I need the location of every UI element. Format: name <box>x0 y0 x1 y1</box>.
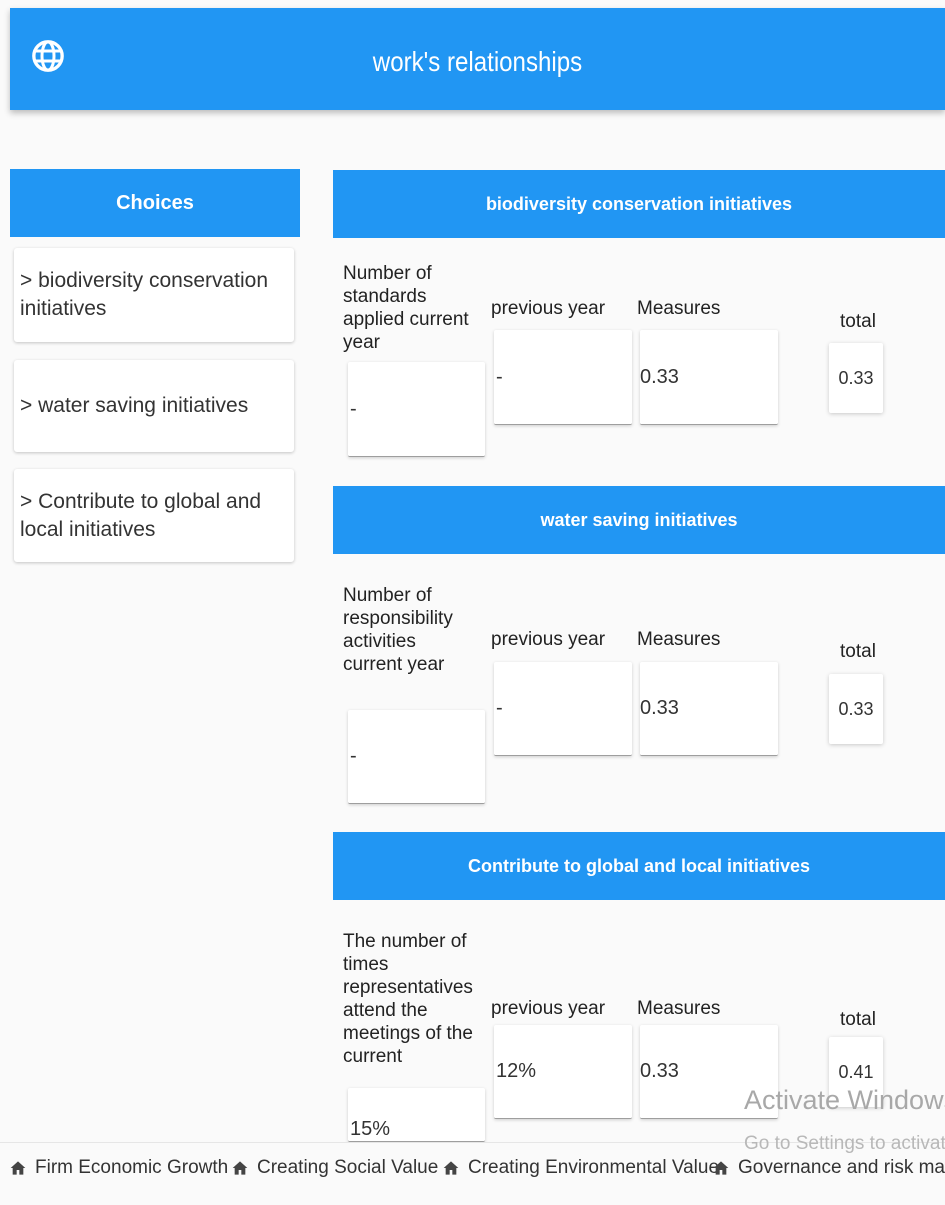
measures-label: Measures <box>637 998 721 1019</box>
previous-year-input[interactable]: - <box>494 330 632 425</box>
previous-year-label: previous year <box>491 629 606 650</box>
nav-label: Creating Environmental Value <box>468 1157 720 1178</box>
previous-year-input[interactable]: - <box>494 662 632 756</box>
nav-label: Creating Social Value <box>257 1157 439 1178</box>
current-year-label: Number of responsibility activities curr… <box>343 585 453 675</box>
nav-governance-risk[interactable]: Governance and risk manage <box>713 1157 945 1179</box>
measures-input[interactable]: 0.33 <box>640 662 778 756</box>
previous-year-label: previous year <box>491 298 606 319</box>
current-year-label: The number of times representatives atte… <box>343 931 473 1067</box>
nav-label: Firm Economic Growth <box>35 1157 229 1178</box>
section-header-global-local: Contribute to global and local initiativ… <box>333 832 945 900</box>
current-year-label: Number of standards applied current year <box>343 263 469 353</box>
home-icon <box>713 1161 729 1175</box>
previous-year-input[interactable]: 12% <box>494 1025 632 1119</box>
choice-water-saving[interactable]: > water saving initiatives <box>14 360 294 452</box>
page-title: work's relationships <box>372 46 583 77</box>
section-header-biodiversity: biodiversity conservation initiatives <box>333 170 945 238</box>
current-year-input[interactable]: - <box>348 362 485 457</box>
home-icon <box>443 1161 459 1175</box>
choice-biodiversity[interactable]: > biodiversity conservation initiatives <box>14 248 294 342</box>
measures-input[interactable]: 0.33 <box>640 330 778 425</box>
choice-label: > Contribute to global and local initiat… <box>20 489 262 541</box>
measures-label: Measures <box>637 629 721 650</box>
app-bar: work's relationships <box>10 8 945 110</box>
choices-header: Choices <box>10 169 300 237</box>
home-icon <box>232 1161 248 1175</box>
nav-creating-environmental-value[interactable]: Creating Environmental Value <box>443 1157 719 1179</box>
choice-label: > biodiversity conservation initiatives <box>20 269 269 320</box>
total-value: 0.33 <box>829 343 883 413</box>
total-label: total <box>840 311 876 332</box>
nav-label: Governance and risk manage <box>738 1157 945 1178</box>
globe-icon[interactable] <box>28 36 68 76</box>
current-year-input[interactable]: 15% <box>348 1088 485 1142</box>
total-label: total <box>840 1009 876 1030</box>
activate-windows-watermark: Activate Windows <box>744 1085 945 1115</box>
measures-label: Measures <box>637 298 721 319</box>
total-label: total <box>840 641 876 662</box>
home-icon <box>10 1161 26 1175</box>
previous-year-label: previous year <box>491 998 606 1019</box>
choice-global-local[interactable]: > Contribute to global and local initiat… <box>14 469 294 562</box>
choice-label: > water saving initiatives <box>20 394 249 417</box>
nav-firm-economic-growth[interactable]: Firm Economic Growth <box>10 1157 228 1179</box>
current-year-input[interactable]: - <box>348 710 485 804</box>
total-value: 0.33 <box>829 674 883 744</box>
section-header-water-saving: water saving initiatives <box>333 486 945 554</box>
nav-creating-social-value[interactable]: Creating Social Value <box>232 1157 438 1179</box>
activate-windows-hint: Go to Settings to activate W <box>744 1133 945 1154</box>
